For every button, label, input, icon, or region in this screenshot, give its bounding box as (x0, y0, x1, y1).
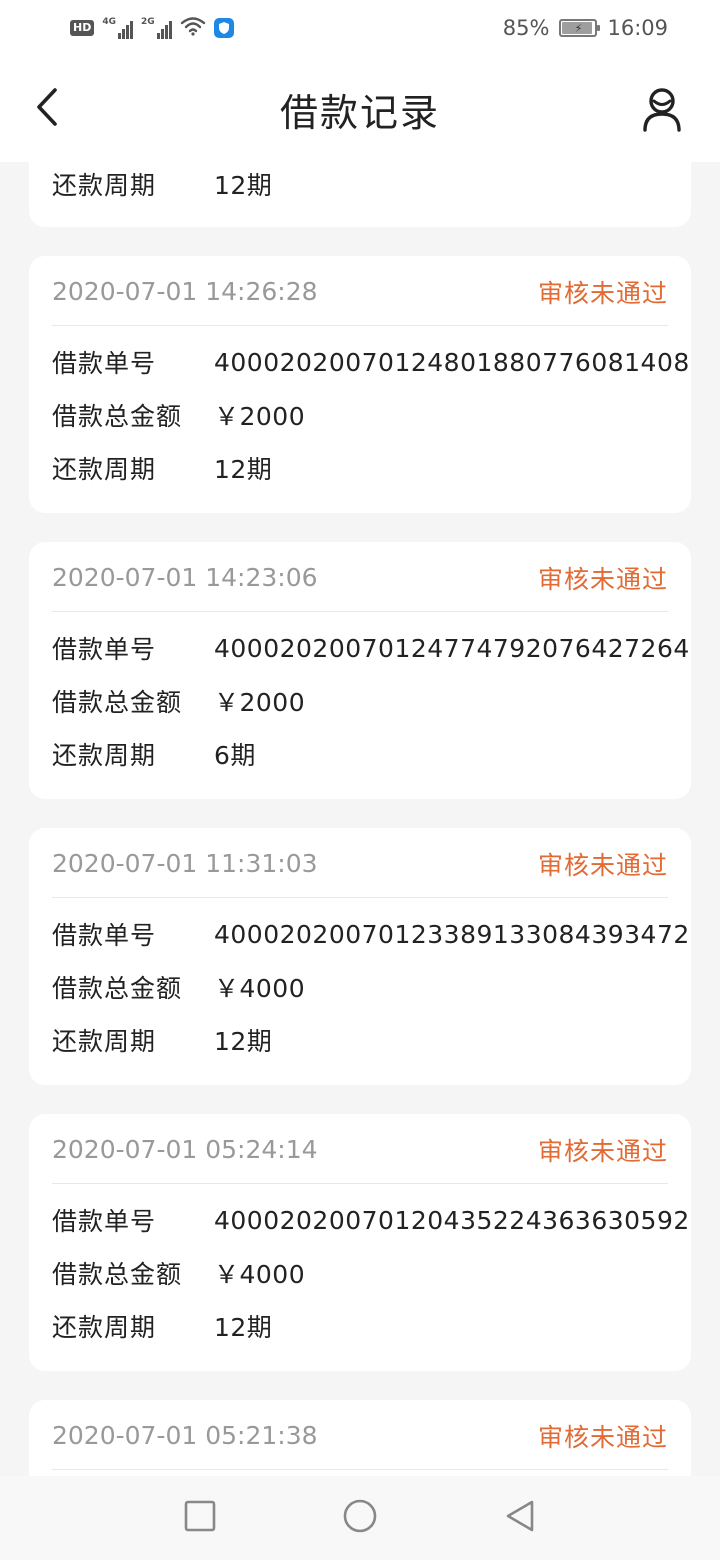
loan-no-label: 借款单号 (52, 635, 157, 664)
app-header: 借款记录 (0, 56, 720, 162)
period-row: 还款周期 12期 (52, 164, 272, 204)
screen: HD 4G 2G 85% ⚡ 16:09 借款记录 还款周期 12期 2020-… (0, 0, 720, 1560)
period-value: 12期 (214, 1313, 273, 1342)
card-header: 2020-07-01 14:26:28 审核未通过 (52, 256, 668, 326)
battery-icon: ⚡ (559, 19, 601, 37)
user-icon (640, 86, 684, 138)
loan-no-row: 借款单号 40002020070120435224363630592 (52, 1200, 690, 1240)
record-card[interactable]: 2020-07-01 05:24:14 审核未通过 借款单号 400020200… (29, 1114, 691, 1371)
loan-no-row: 借款单号 40002020070123389133084393472 (52, 914, 690, 954)
card-header: 2020-07-01 05:21:38 审核未通过 (52, 1400, 668, 1470)
record-time: 2020-07-01 14:26:28 (52, 277, 318, 306)
status-time: 16:09 (607, 16, 668, 40)
amount-row: 借款总金额 ￥4000 (52, 1253, 305, 1293)
loan-no-label: 借款单号 (52, 1207, 157, 1236)
status-badge: 审核未通过 (537, 564, 668, 594)
period-row: 还款周期 12期 (52, 448, 272, 488)
status-badge: 审核未通过 (537, 850, 668, 880)
loan-no-label: 借款单号 (52, 921, 157, 950)
period-row: 还款周期 12期 (52, 1020, 272, 1060)
record-time: 2020-07-01 05:21:38 (52, 1421, 318, 1450)
period-value: 12期 (214, 171, 273, 200)
card-header: 2020-07-01 11:31:03 审核未通过 (52, 828, 668, 898)
loan-no-label: 借款单号 (52, 349, 157, 378)
amount-label: 借款总金额 (52, 1260, 183, 1289)
period-label: 还款周期 (52, 1027, 157, 1056)
amount-row: 借款总金额 ￥2000 (52, 395, 305, 435)
card-header: 2020-07-01 05:24:14 审核未通过 (52, 1114, 668, 1184)
record-card-partial-top[interactable]: 还款周期 12期 (29, 162, 691, 227)
loan-no-value: 40002020070124774792076427264 (214, 633, 690, 663)
status-right: 85% ⚡ 16:09 (503, 16, 668, 40)
record-time: 2020-07-01 11:31:03 (52, 849, 318, 878)
record-card[interactable]: 2020-07-01 14:26:28 审核未通过 借款单号 400020200… (29, 256, 691, 513)
record-card[interactable]: 2020-07-01 11:31:03 审核未通过 借款单号 400020200… (29, 828, 691, 1085)
record-list[interactable]: 还款周期 12期 2020-07-01 14:26:28 审核未通过 借款单号 … (0, 162, 720, 1476)
amount-label: 借款总金额 (52, 974, 183, 1003)
amount-label: 借款总金额 (52, 402, 183, 431)
status-badge: 审核未通过 (537, 1422, 668, 1452)
hd-icon: HD (70, 20, 95, 36)
amount-row: 借款总金额 ￥4000 (52, 967, 305, 1007)
period-value: 6期 (214, 741, 256, 770)
period-row: 还款周期 12期 (52, 1306, 272, 1346)
loan-no-row: 借款单号 40002020070124774792076427264 (52, 628, 690, 668)
status-badge: 审核未通过 (537, 278, 668, 308)
record-card[interactable]: 2020-07-01 14:23:06 审核未通过 借款单号 400020200… (29, 542, 691, 799)
system-back-button[interactable] (495, 1493, 545, 1543)
loan-no-row: 借款单号 40002020070124801880776081408 (52, 342, 690, 382)
back-button[interactable] (22, 82, 72, 136)
recent-apps-button[interactable] (175, 1493, 225, 1543)
circle-icon (342, 1498, 378, 1538)
status-badge: 审核未通过 (537, 1136, 668, 1166)
amount-value: ￥4000 (214, 974, 306, 1003)
period-label: 还款周期 (52, 1313, 157, 1342)
status-left: HD 4G 2G (70, 16, 234, 41)
status-bar: HD 4G 2G 85% ⚡ 16:09 (0, 0, 720, 56)
signal-2g-icon: 2G (141, 17, 172, 39)
triangle-back-icon (504, 1499, 536, 1537)
amount-value: ￥4000 (214, 1260, 306, 1289)
profile-button[interactable] (634, 84, 690, 140)
wifi-icon (180, 16, 206, 41)
amount-value: ￥2000 (214, 402, 306, 431)
page-title: 借款记录 (279, 90, 440, 135)
loan-no-value: 40002020070123389133084393472 (214, 919, 690, 949)
record-card-partial-bottom[interactable]: 2020-07-01 05:21:38 审核未通过 (29, 1400, 691, 1476)
battery-percent: 85% (502, 16, 550, 40)
shield-icon (213, 18, 234, 38)
period-label: 还款周期 (52, 171, 157, 200)
loan-no-value: 40002020070120435224363630592 (214, 1205, 690, 1235)
record-time: 2020-07-01 14:23:06 (52, 563, 318, 592)
period-label: 还款周期 (52, 455, 157, 484)
home-button[interactable] (335, 1493, 385, 1543)
chevron-left-icon (33, 87, 61, 131)
period-value: 12期 (214, 455, 273, 484)
amount-value: ￥2000 (214, 688, 306, 717)
amount-label: 借款总金额 (52, 688, 183, 717)
card-header: 2020-07-01 14:23:06 审核未通过 (52, 542, 668, 612)
system-nav-bar (0, 1476, 720, 1560)
period-label: 还款周期 (52, 741, 157, 770)
period-value: 12期 (214, 1027, 273, 1056)
signal-4g-icon: 4G (102, 17, 133, 39)
amount-row: 借款总金额 ￥2000 (52, 681, 305, 721)
square-icon (184, 1500, 216, 1536)
record-time: 2020-07-01 05:24:14 (52, 1135, 318, 1164)
loan-no-value: 40002020070124801880776081408 (214, 347, 690, 377)
period-row: 还款周期 6期 (52, 734, 256, 774)
